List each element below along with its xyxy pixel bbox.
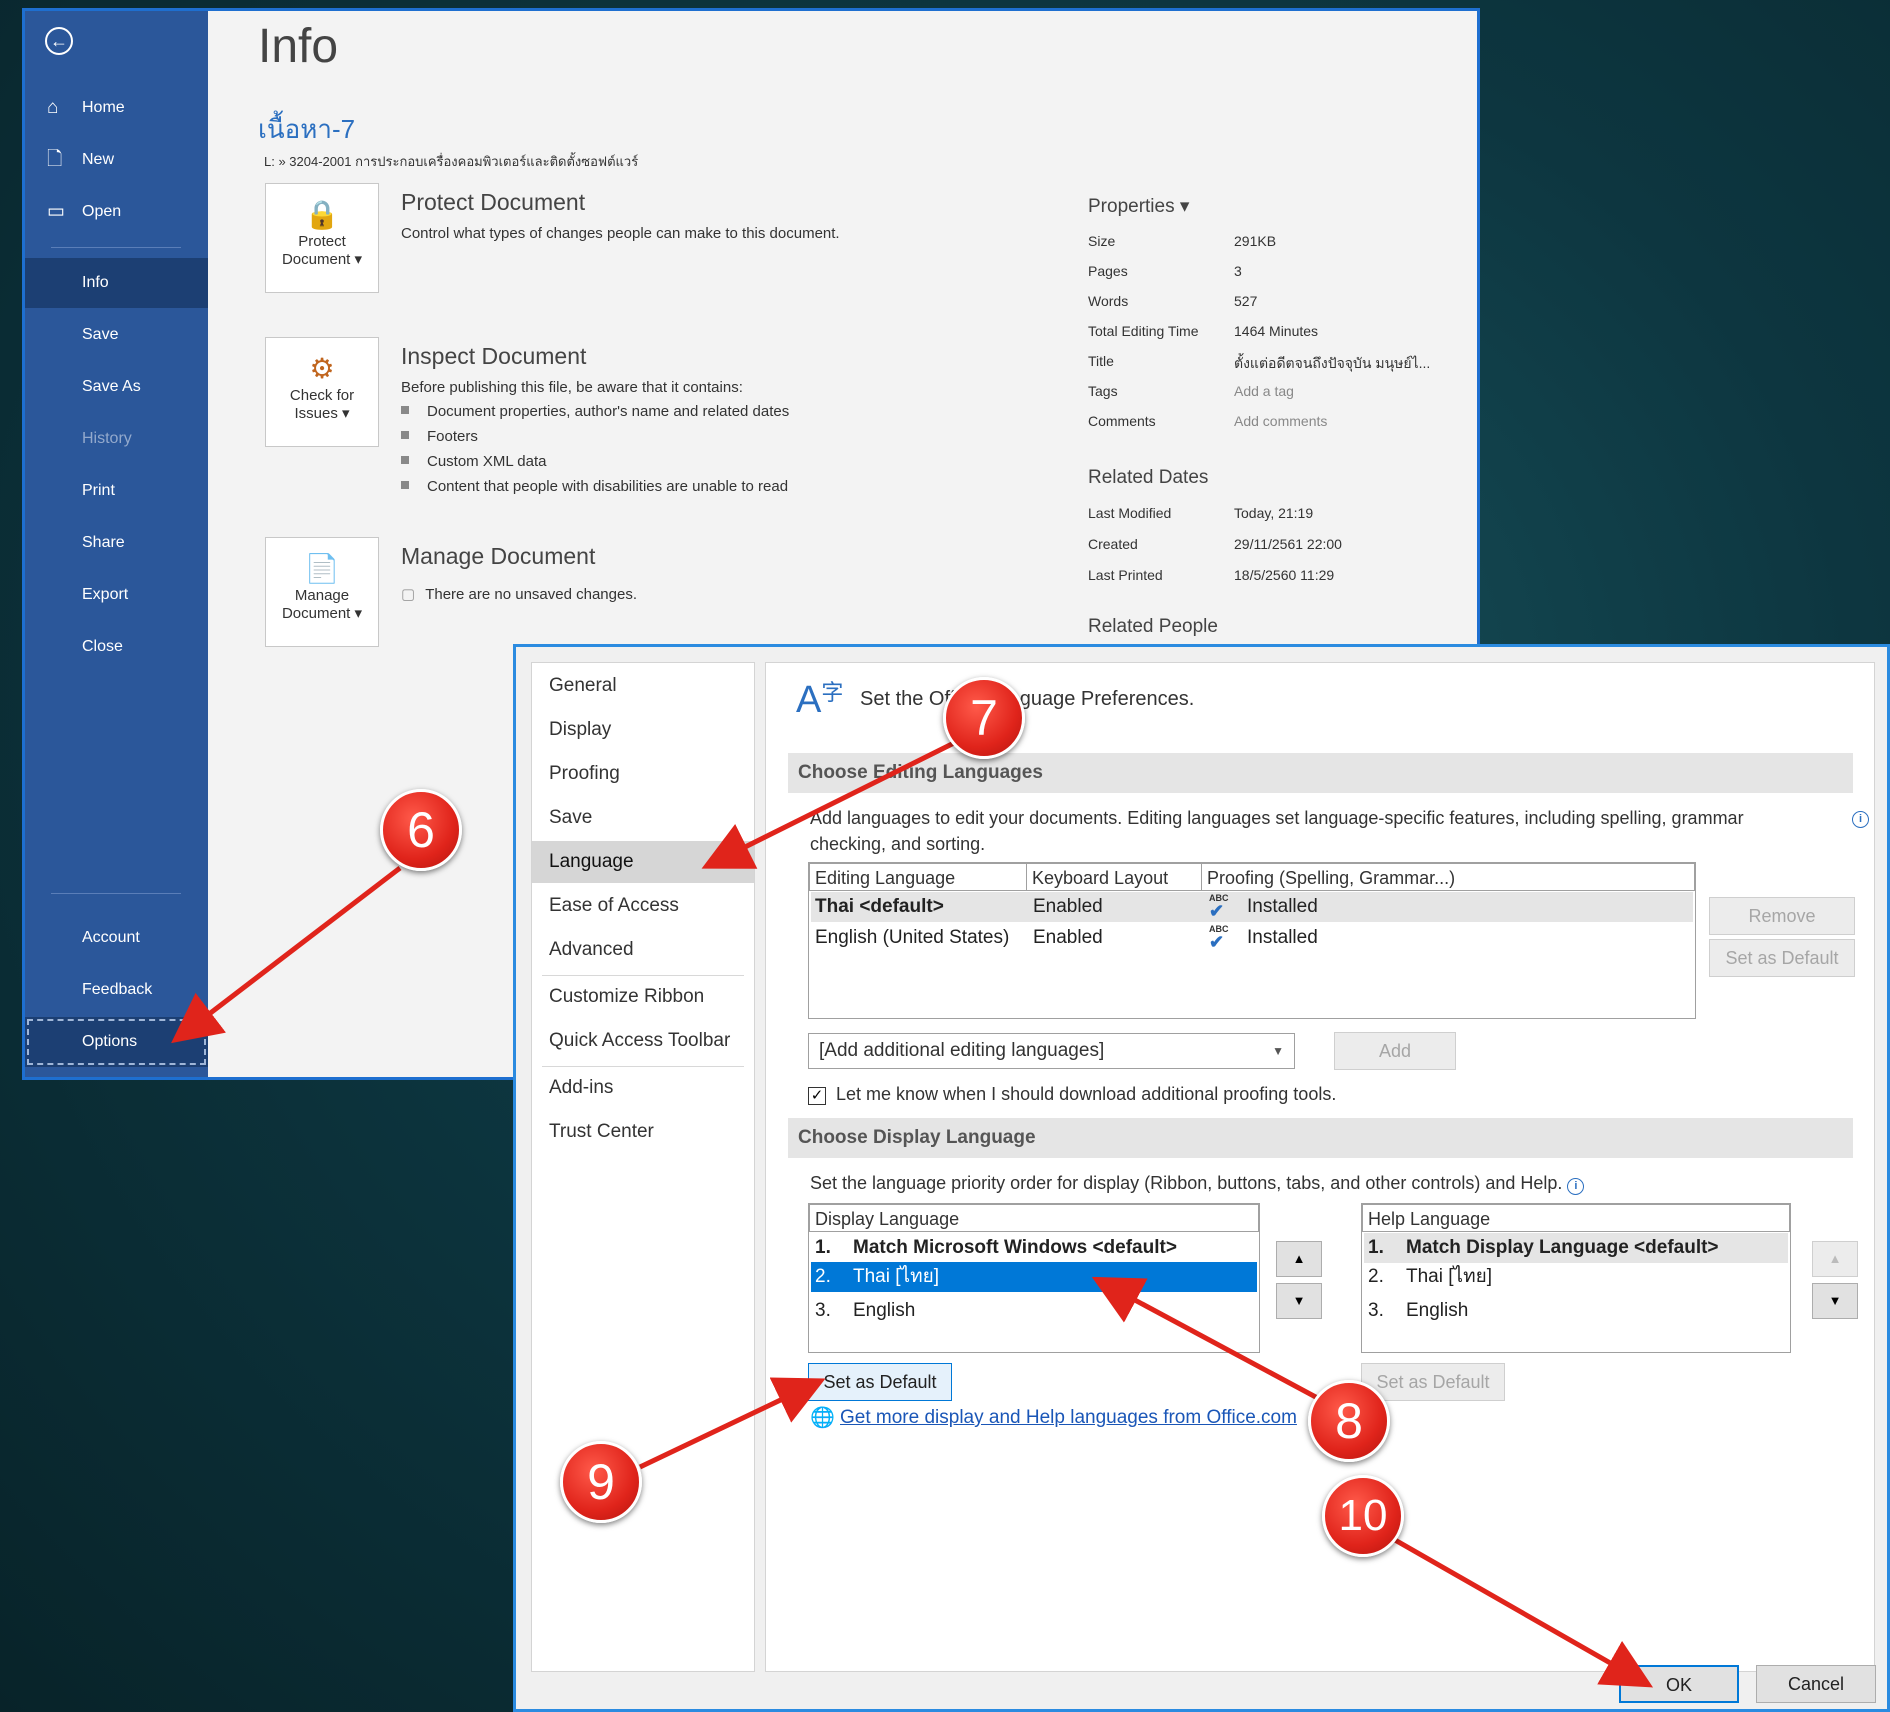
arrow-9 (638, 1377, 826, 1470)
arrow-7 (701, 737, 962, 869)
callout-badge-9: 9 (560, 1441, 642, 1523)
callout-badge-6: 6 (380, 789, 462, 871)
arrow-10 (1393, 1537, 1654, 1688)
callout-arrows (171, 737, 1654, 1688)
callout-badge-7: 7 (943, 677, 1025, 759)
arrow-8 (1091, 1276, 1327, 1405)
arrow-6 (171, 866, 402, 1044)
callout-badge-8: 8 (1308, 1380, 1390, 1462)
callout-badge-10: 10 (1322, 1475, 1404, 1557)
